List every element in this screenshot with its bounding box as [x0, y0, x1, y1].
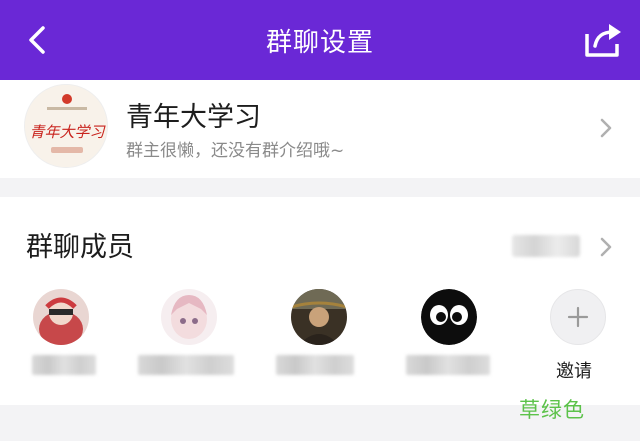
member-name-blurred	[138, 355, 234, 375]
member-name-blurred	[406, 355, 490, 375]
member-item[interactable]	[128, 289, 248, 389]
member-count-blurred	[512, 235, 580, 257]
watermark-text: 草绿色	[519, 398, 585, 422]
plus-icon	[567, 306, 589, 328]
chevron-right-icon[interactable]	[598, 237, 614, 257]
group-avatar-text: 青年大学习	[29, 123, 106, 141]
share-button[interactable]	[580, 18, 626, 62]
invite-label[interactable]: 邀请	[556, 357, 592, 383]
members-section: 群聊成员	[0, 197, 640, 405]
member-item[interactable]	[0, 289, 120, 389]
group-avatar: 青年大学习	[24, 84, 108, 168]
share-icon	[585, 24, 621, 57]
members-title: 群聊成员	[26, 232, 134, 263]
member-item[interactable]	[388, 289, 508, 389]
member-avatar	[161, 289, 217, 345]
member-avatar	[33, 289, 89, 345]
back-chevron-icon	[29, 26, 45, 54]
group-name: 青年大学习	[126, 102, 261, 133]
member-name-blurred	[276, 355, 354, 375]
back-button[interactable]	[20, 22, 54, 58]
member-item[interactable]	[258, 289, 378, 389]
top-bar: 群聊设置	[0, 0, 640, 80]
member-avatar	[421, 289, 477, 345]
group-info-row[interactable]: 青年大学习 青年大学习 群主很懒，还没有群介绍哦~	[0, 80, 640, 178]
invite-button[interactable]	[550, 289, 606, 345]
chevron-right-icon	[600, 118, 612, 138]
page-title: 群聊设置	[265, 27, 374, 58]
member-avatar	[291, 289, 347, 345]
group-description: 群主很懒，还没有群介绍哦~	[126, 141, 345, 161]
member-name-blurred	[32, 355, 96, 375]
